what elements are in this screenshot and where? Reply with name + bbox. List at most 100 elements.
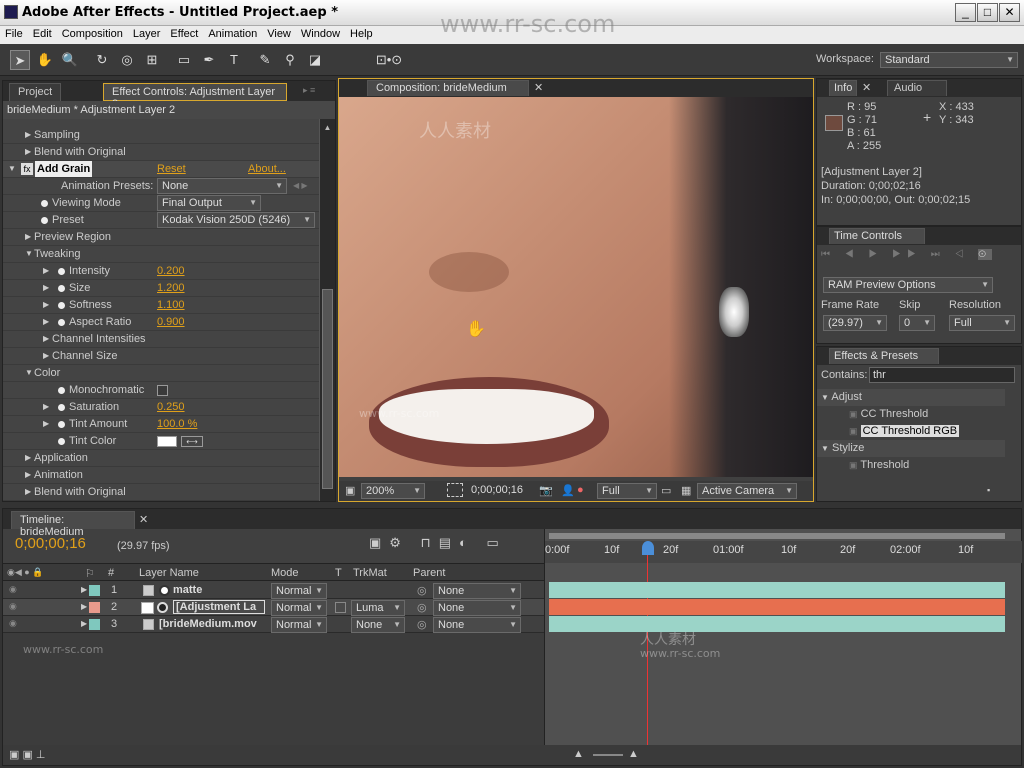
maximize-button[interactable]: □ <box>977 3 998 22</box>
reset-link[interactable]: Reset <box>157 161 186 177</box>
zoom-out-icon[interactable]: ▲ <box>573 748 584 760</box>
softness-value[interactable]: 1.100 <box>157 297 185 313</box>
panel-menu-icon[interactable]: ▸ ≡ <box>303 85 315 96</box>
ram-preview-dropdown[interactable]: RAM Preview Options <box>823 277 993 293</box>
list-item[interactable]: ▶ Channel Intensities <box>3 331 319 348</box>
preset-dropdown[interactable]: Kodak Vision 250D (5246) <box>157 212 315 228</box>
zoom-tool-icon[interactable]: 🔍 <box>60 50 80 70</box>
layer-bar[interactable] <box>549 616 1005 632</box>
zoom-dropdown[interactable]: 200% <box>361 483 425 499</box>
parent-dropdown[interactable]: None <box>433 583 521 599</box>
scrollbar-thumb[interactable] <box>322 289 333 489</box>
composition-viewer[interactable]: ✋ 人人素材 www.rr-sc.com <box>339 97 813 477</box>
transparency-grid-icon[interactable]: ▦ <box>681 484 691 497</box>
tab-effects-presets[interactable]: Effects & Presets <box>829 348 939 364</box>
table-row[interactable]: ◉ ▶ 3 [brideMedium.mov Normal None ◎ Non… <box>3 616 544 633</box>
menu-edit[interactable]: Edit <box>28 26 57 42</box>
tab-time-controls[interactable]: Time Controls <box>829 228 925 244</box>
menu-help[interactable]: Help <box>345 26 378 42</box>
effect-scrollbar[interactable]: ▲ <box>319 119 335 501</box>
time-ruler[interactable]: 0:00f 10f 20f 01:00f 10f 20f 02:00f 10f <box>545 541 1022 563</box>
rotate-tool-icon[interactable]: ↻ <box>92 50 112 70</box>
resolution-dropdown[interactable]: Full <box>597 483 657 499</box>
about-link[interactable]: About... <box>248 161 286 177</box>
current-time-indicator[interactable] <box>642 541 654 555</box>
trkmat-dropdown[interactable]: None <box>351 617 405 633</box>
playback-controls[interactable]: ⏮ ◀ ▶ ▶▶ ⏭ ◁ ⊙ <box>821 249 1017 267</box>
hand-tool-icon[interactable]: ✋ <box>35 50 55 70</box>
pen-tool-icon[interactable]: ✒ <box>199 50 219 70</box>
list-item[interactable]: ▣ CC Threshold RGB <box>847 423 961 440</box>
expand-panes-icon[interactable]: ▣ ▣ ⊥ <box>9 748 45 761</box>
pan-behind-tool-icon[interactable]: ⊞ <box>142 50 162 70</box>
zoom-slider[interactable] <box>593 754 623 756</box>
preserve-transparency-checkbox[interactable] <box>335 602 346 613</box>
table-row[interactable]: ◉ ▶ 2 [Adjustment La Normal Luma ◎ None <box>3 599 544 616</box>
layer-bar[interactable] <box>549 599 1005 615</box>
tab-timeline[interactable]: Timeline: brideMedium <box>11 511 135 538</box>
list-item[interactable]: ▣ CC Threshold <box>847 406 930 423</box>
fx-icon[interactable]: fx <box>21 163 33 175</box>
list-item[interactable]: ▶ Sampling <box>3 127 319 144</box>
list-item[interactable]: ▶ Channel Size <box>3 348 319 365</box>
eraser-tool-icon[interactable]: ◪ <box>305 50 325 70</box>
menu-effect[interactable]: Effect <box>165 26 203 42</box>
resolution-dropdown[interactable]: Full <box>949 315 1015 331</box>
list-item[interactable]: ▼ Color <box>3 365 319 382</box>
menu-layer[interactable]: Layer <box>128 26 166 42</box>
menu-composition[interactable]: Composition <box>57 26 128 42</box>
category-adjust[interactable]: ▼ Adjust <box>817 389 1005 406</box>
show-snapshot-icon[interactable]: 👤 <box>561 484 575 497</box>
intensity-value[interactable]: 0.200 <box>157 263 185 279</box>
workspace-dropdown[interactable]: Standard <box>880 52 1018 68</box>
menu-view[interactable]: View <box>262 26 296 42</box>
list-item[interactable]: ▣ Threshold <box>847 457 911 474</box>
tab-audio[interactable]: Audio <box>887 80 947 96</box>
search-input[interactable]: thr <box>869 367 1015 383</box>
time-graph[interactable]: 0:00f 10f 20f 01:00f 10f 20f 02:00f 10f … <box>544 529 1022 745</box>
list-item[interactable]: ▶ Animation <box>3 467 319 484</box>
clone-stamp-tool-icon[interactable]: ⚲ <box>280 50 300 70</box>
snapshot-icon[interactable]: 📷 <box>539 484 553 497</box>
close-tab-icon[interactable]: ✕ <box>139 513 148 526</box>
monochromatic-checkbox[interactable] <box>157 385 168 396</box>
region-of-interest-icon[interactable]: ▭ <box>661 484 671 497</box>
preset-arrows-icon[interactable]: ◀ ▶ <box>293 178 308 194</box>
stopwatch-icon[interactable] <box>58 302 65 309</box>
tab-info[interactable]: Info <box>829 80 858 96</box>
menu-animation[interactable]: Animation <box>203 26 262 42</box>
stopwatch-icon[interactable] <box>58 268 65 275</box>
animation-presets-dropdown[interactable]: None <box>157 178 287 194</box>
mode-dropdown[interactable]: Normal <box>271 583 327 599</box>
stopwatch-icon[interactable] <box>58 404 65 411</box>
zoom-in-icon[interactable]: ▲ <box>628 748 639 760</box>
timeline-timecode[interactable]: 0;00;00;16 <box>15 535 86 552</box>
list-item[interactable]: ▼ Tweaking <box>3 246 319 263</box>
tint-amount-value[interactable]: 100.0 % <box>157 416 197 432</box>
close-tab-icon[interactable]: ✕ <box>534 81 543 94</box>
rectangle-mask-tool-icon[interactable]: ▭ <box>174 50 194 70</box>
stopwatch-icon[interactable] <box>41 217 48 224</box>
list-item[interactable]: ▶ Application <box>3 450 319 467</box>
viewing-mode-dropdown[interactable]: Final Output <box>157 195 261 211</box>
effect-header-add-grain[interactable]: ▼ fx Add Grain Reset About... <box>3 161 319 178</box>
close-button[interactable]: ✕ <box>999 3 1020 22</box>
selection-tool-icon[interactable]: ➤ <box>10 50 30 70</box>
skip-dropdown[interactable]: 0 <box>899 315 935 331</box>
stopwatch-icon[interactable] <box>41 200 48 207</box>
mode-dropdown[interactable]: Normal <box>271 617 327 633</box>
tab-project[interactable]: Project <box>9 83 62 101</box>
close-tab-icon[interactable]: ✕ <box>862 81 871 94</box>
table-row[interactable]: ◉ ▶ 1 matte Normal ◎ None <box>3 582 544 599</box>
menu-file[interactable]: File <box>0 26 28 42</box>
mode-dropdown[interactable]: Normal <box>271 600 327 616</box>
saturation-value[interactable]: 0.250 <box>157 399 185 415</box>
parent-dropdown[interactable]: None <box>433 600 521 616</box>
work-area-bar[interactable] <box>549 533 1005 539</box>
stopwatch-icon[interactable] <box>58 438 65 445</box>
category-stylize[interactable]: ▼ Stylize <box>817 440 1005 457</box>
stopwatch-icon[interactable] <box>58 285 65 292</box>
brush-tool-icon[interactable]: ✎ <box>255 50 275 70</box>
comp-timecode[interactable]: 0;00;00;16 <box>471 484 523 496</box>
timeline-switches[interactable]: ▣⚙ ⊓▤◐ ▭ <box>369 535 507 551</box>
